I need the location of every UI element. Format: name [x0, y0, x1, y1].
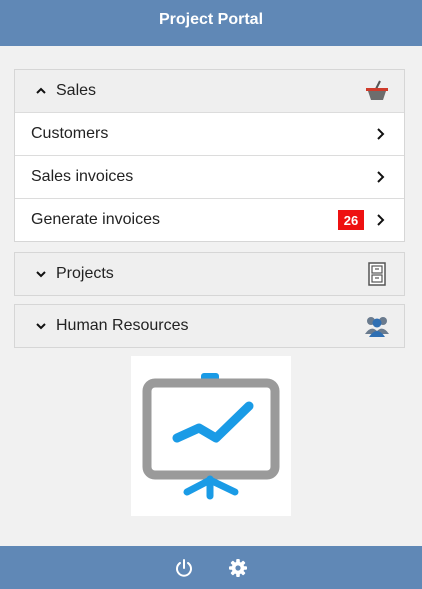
- chevron-right-icon: [376, 127, 386, 141]
- hr-header[interactable]: Human Resources: [15, 305, 404, 347]
- presentation-illustration: [131, 356, 291, 516]
- projects-header[interactable]: Projects: [15, 253, 404, 295]
- power-icon[interactable]: [172, 556, 196, 580]
- customers-label: Customers: [31, 125, 109, 142]
- chevron-down-icon: [35, 268, 47, 280]
- sidebar-item-generate-invoices[interactable]: Generate invoices 26: [15, 198, 404, 241]
- app-title: Project Portal: [158, 11, 264, 28]
- people-group-icon: [364, 313, 390, 339]
- presentation-chart-icon: [142, 373, 280, 500]
- sales-panel: Sales Customers Sales invoices Generate …: [14, 69, 405, 242]
- sidebar-item-customers[interactable]: Customers: [15, 112, 404, 155]
- top-bar: Project Portal: [0, 0, 422, 46]
- hr-label: Human Resources: [56, 317, 189, 334]
- count-badge: 26: [338, 210, 364, 230]
- filing-cabinet-icon: [364, 261, 390, 287]
- chevron-right-icon: [376, 213, 386, 227]
- projects-panel: Projects: [14, 252, 405, 296]
- sales-label: Sales: [56, 82, 97, 99]
- gear-icon[interactable]: [226, 556, 250, 580]
- sidebar-item-sales-invoices[interactable]: Sales invoices: [15, 155, 404, 198]
- bottom-bar: [0, 546, 422, 589]
- chevron-up-icon: [35, 85, 47, 97]
- hr-panel: Human Resources: [14, 304, 405, 348]
- sales-header[interactable]: Sales: [15, 70, 404, 112]
- projects-label: Projects: [56, 265, 114, 282]
- chevron-right-icon: [376, 170, 386, 184]
- chevron-down-icon: [35, 320, 47, 332]
- shopping-basket-icon: [364, 78, 390, 104]
- sales-invoices-label: Sales invoices: [31, 168, 134, 185]
- generate-invoices-label: Generate invoices: [31, 211, 160, 228]
